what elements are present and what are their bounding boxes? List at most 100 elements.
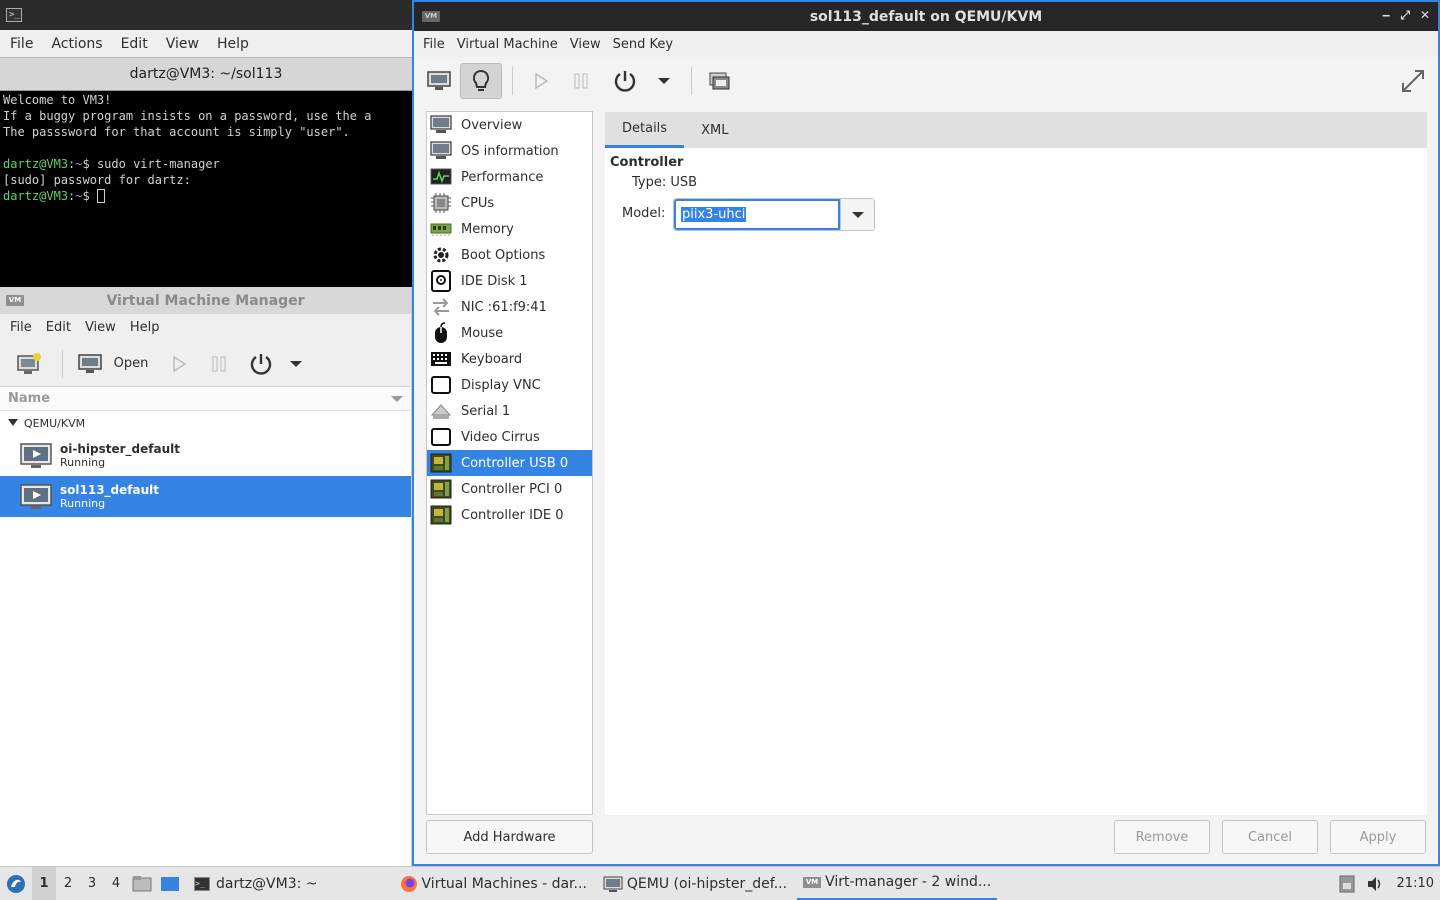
terminal-menu-view[interactable]: View [157,36,208,52]
vmm-menu-help[interactable]: Help [123,320,167,335]
terminal-menu-help[interactable]: Help [208,36,258,52]
taskbar-virt-manager[interactable]: VM Virt-manager - 2 wind... [797,867,998,900]
vmm-window[interactable]: VM Virtual Machine Manager File Edit Vie… [0,287,412,866]
chevron-down-icon [290,360,302,367]
details-menu-virtual-machine[interactable]: Virtual Machine [451,37,564,52]
terminal-menu-edit[interactable]: Edit [112,36,157,52]
details-menu-send-key[interactable]: Send Key [607,37,679,52]
model-combobox[interactable]: piix3-uhci [673,198,875,231]
hardware-item[interactable]: Performance [427,164,592,190]
model-input[interactable]: piix3-uhci [674,199,840,230]
taskbar-qemu[interactable]: QEMU (oi-hipster_def... [597,867,793,900]
taskbar: 1 2 3 4 >_ dartz@VM3: ~ Virtual Machines… [0,866,1440,900]
maximize-icon[interactable]: ⤢ [1400,8,1410,23]
run-button[interactable] [523,63,559,99]
vm-list-header[interactable]: Name [0,387,411,411]
details-view-button[interactable] [460,63,502,99]
taskbar-terminal[interactable]: >_ dartz@VM3: ~ [188,867,324,900]
hardware-item[interactable]: Controller PCI 0 [427,476,592,502]
clock[interactable]: 21:10 [1389,867,1440,900]
vm-row-sol113[interactable]: sol113_default Running [0,476,411,517]
snapshots-button[interactable] [702,63,736,99]
new-vm-button[interactable] [4,346,54,382]
hardware-item[interactable]: Overview [427,112,592,138]
terminal-menu-file[interactable]: File [0,36,42,52]
details-menu-file[interactable]: File [414,37,451,52]
workspace-4[interactable]: 4 [104,876,128,891]
tab-details[interactable]: Details [605,112,685,148]
terminal-window[interactable]: >_ File Actions Edit View Help dartz@VM3… [0,0,412,287]
model-label: Model: [622,206,666,221]
firefox-icon [400,875,417,892]
desktop-launcher[interactable] [156,867,184,900]
vmm-menu-edit[interactable]: Edit [39,320,78,335]
shutdown-button[interactable] [239,346,283,382]
tab-xml[interactable]: XML [684,112,745,148]
hardware-item[interactable]: IDE Disk 1 [427,268,592,294]
vm-row-oi-hipster[interactable]: oi-hipster_default Running [0,435,411,476]
taskbar-firefox[interactable]: Virtual Machines - dar... [394,867,593,900]
details-menu-view[interactable]: View [564,37,607,52]
monitor-icon [603,876,623,892]
connection-group[interactable]: QEMU/KVM [0,411,411,435]
fullscreen-button[interactable] [1396,63,1430,99]
volume-control[interactable] [1361,867,1389,900]
controller-details-panel: Controller Type: USB Model: piix3-uhci [605,148,1427,815]
shutdown-menu-button[interactable] [283,346,309,382]
terminal-output[interactable]: Welcome to VM3! If a buggy program insist… [0,91,412,205]
hardware-item[interactable]: Keyboard [427,346,592,372]
type-row: Type: USB [632,175,697,190]
start-menu-button[interactable] [0,867,32,900]
file-manager-launcher[interactable] [128,867,156,900]
name-column-header[interactable]: Name [8,391,50,406]
taskbar-task-label: Virt-manager - 2 wind... [825,874,992,890]
hardware-item[interactable]: Boot Options [427,242,592,268]
hardware-list[interactable]: Overview OS information Performance CPUs Mem… [426,111,593,815]
tray-indicator[interactable] [1333,867,1361,900]
workspace-1[interactable]: 1 [32,866,56,900]
hardware-item[interactable]: Mouse [427,320,592,346]
expander-icon[interactable] [8,419,18,427]
model-value: piix3-uhci [681,207,747,222]
pause-button[interactable] [559,63,603,99]
power-icon [250,353,272,375]
vm-details-window[interactable]: VM sol113_default on QEMU/KVM ‒ ⤢ ✕ File… [412,0,1440,866]
shutdown-button[interactable] [603,63,647,99]
hardware-item[interactable]: Memory [427,216,592,242]
terminal-menu-actions[interactable]: Actions [42,36,111,52]
vmm-menu-view[interactable]: View [78,320,123,335]
minimize-icon[interactable]: ‒ [1382,8,1390,23]
hardware-item[interactable]: OS information [427,138,592,164]
remove-button[interactable]: Remove [1114,820,1210,854]
close-icon[interactable]: ✕ [1420,8,1430,23]
vmm-menu-file[interactable]: File [0,320,39,335]
workspace-3[interactable]: 3 [80,876,104,891]
workspace-2[interactable]: 2 [56,876,80,891]
hardware-item[interactable]: Video Cirrus [427,424,592,450]
vmm-titlebar[interactable]: VM Virtual Machine Manager [0,287,411,314]
apply-button[interactable]: Apply [1330,820,1426,854]
add-hardware-button[interactable]: Add Hardware [426,820,593,854]
hardware-item[interactable]: Controller IDE 0 [427,502,592,528]
open-button-label: Open [113,356,149,371]
snapshot-icon [709,72,730,90]
model-dropdown-button[interactable] [840,199,874,230]
pause-button[interactable] [199,346,239,382]
console-view-button[interactable] [418,63,460,99]
hardware-item[interactable]: Serial 1 [427,398,592,424]
shutdown-menu-button[interactable] [647,63,681,99]
hardware-item[interactable]: Display VNC [427,372,592,398]
type-label: Type: [632,175,667,190]
terminal-tab-title[interactable]: dartz@VM3: ~/sol113 [0,57,412,91]
cancel-button[interactable]: Cancel [1222,820,1318,854]
serial-icon [430,400,452,422]
hardware-item[interactable]: Controller USB 0 [427,450,592,476]
open-vm-button[interactable]: Open [71,346,155,382]
vm-details-titlebar[interactable]: VM sol113_default on QEMU/KVM ‒ ⤢ ✕ [414,2,1438,31]
hardware-item[interactable]: NIC :61:f9:41 [427,294,592,320]
hardware-item-label: Keyboard [461,351,523,367]
hardware-item[interactable]: CPUs [427,190,592,216]
controller-icon [430,452,452,474]
run-button[interactable] [159,346,199,382]
terminal-titlebar[interactable]: >_ [0,0,412,30]
